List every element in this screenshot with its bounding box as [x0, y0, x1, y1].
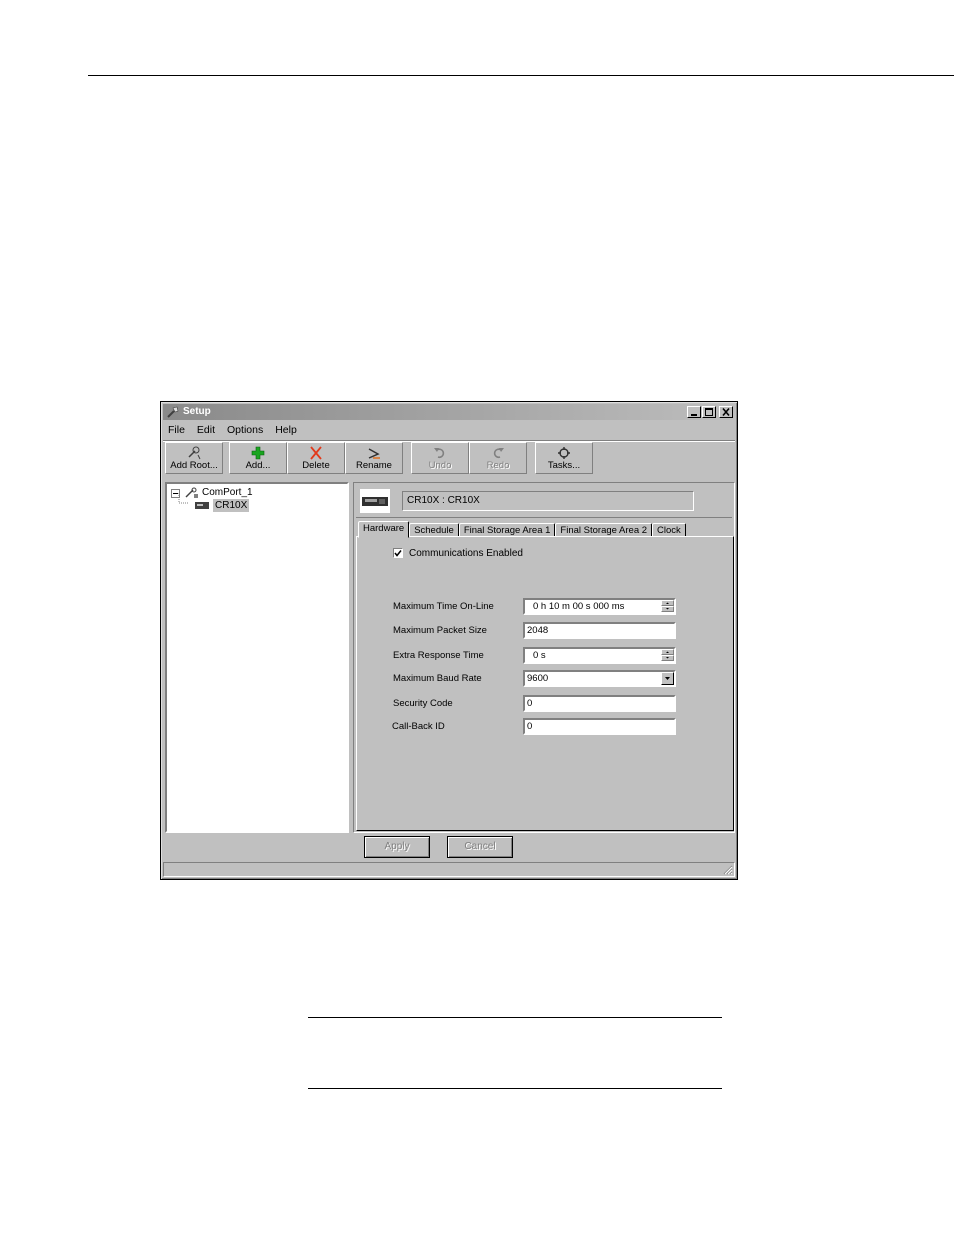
green-plus-icon — [251, 446, 265, 460]
max-baud-rate-label: Maximum Baud Rate — [393, 673, 482, 684]
add-button[interactable]: Add... — [229, 442, 287, 474]
undo-label: Undo — [428, 460, 452, 471]
close-button[interactable] — [719, 406, 733, 418]
add-root-label: Add Root... — [170, 460, 218, 471]
rename-icon — [368, 448, 380, 459]
tab-hardware[interactable]: Hardware — [358, 521, 410, 538]
settings-tabs: Hardware Schedule Final Storage Area 1 F… — [358, 521, 686, 538]
max-time-online-spinner[interactable] — [661, 600, 674, 613]
maximize-button[interactable] — [702, 406, 716, 418]
cr10x-device-icon — [360, 489, 390, 513]
max-time-online-label: Maximum Time On-Line — [393, 601, 494, 612]
spin-up-icon — [666, 651, 669, 653]
undo-button[interactable]: Undo — [411, 442, 469, 474]
redo-icon — [493, 448, 504, 459]
rename-button[interactable]: Rename — [345, 442, 403, 474]
datalogger-icon — [195, 502, 209, 509]
page-header-rule — [88, 75, 954, 76]
rename-label: Rename — [356, 460, 392, 471]
tab-clock[interactable]: Clock — [652, 523, 686, 537]
tasks-label: Tasks... — [547, 460, 581, 471]
resize-grip-icon[interactable] — [722, 864, 733, 875]
minimize-icon — [691, 414, 697, 416]
setup-app-icon — [167, 406, 179, 418]
max-packet-size-input[interactable]: 2048 — [523, 622, 676, 639]
communications-enabled-checkbox[interactable] — [393, 548, 403, 558]
hardware-tab-panel: Communications Enabled Maximum Time On-L… — [356, 536, 734, 831]
menu-edit[interactable]: Edit — [196, 422, 216, 438]
settings-pane: CR10X : CR10X Hardware Schedule Final St… — [353, 482, 735, 833]
max-baud-rate-value: 9600 — [527, 673, 549, 684]
status-bar — [163, 862, 735, 877]
spin-down-icon — [666, 608, 669, 610]
device-name-field: CR10X : CR10X — [402, 491, 694, 511]
minimize-button[interactable] — [687, 406, 701, 418]
delete-button[interactable]: Delete — [287, 442, 345, 474]
spin-down-button[interactable] — [661, 655, 674, 661]
menu-help[interactable]: Help — [274, 422, 298, 438]
extra-response-time-label: Extra Response Time — [393, 650, 484, 661]
window-title: Setup — [183, 406, 211, 417]
call-back-id-label: Call-Back ID — [392, 721, 445, 732]
menu-file[interactable]: File — [167, 422, 186, 438]
extra-response-time-input[interactable]: 0 s — [523, 647, 676, 664]
tree-connector — [178, 493, 188, 504]
spin-up-icon — [666, 602, 669, 604]
add-root-button[interactable]: Add Root... — [165, 442, 223, 474]
redo-button[interactable]: Redo — [469, 442, 527, 474]
max-time-online-value: 0 h 10 m 00 s 000 ms — [533, 601, 625, 612]
max-time-online-input[interactable]: 0 h 10 m 00 s 000 ms — [523, 598, 676, 615]
chevron-down-icon — [665, 677, 670, 680]
tasks-icon — [558, 447, 570, 459]
extra-response-time-value: 0 s — [533, 650, 546, 661]
tree-root-label: ComPort_1 — [202, 487, 253, 498]
communications-enabled-label: Communications Enabled — [409, 548, 523, 559]
apply-button[interactable]: Apply — [364, 836, 430, 858]
red-x-icon — [310, 446, 322, 460]
max-packet-size-label: Maximum Packet Size — [393, 625, 487, 636]
spin-down-icon — [666, 657, 669, 659]
security-code-input[interactable]: 0 — [523, 695, 676, 712]
menu-options[interactable]: Options — [226, 422, 264, 438]
note-bottom-rule — [308, 1088, 722, 1089]
spin-down-button[interactable] — [661, 606, 674, 612]
note-top-rule — [308, 1017, 722, 1018]
close-icon — [722, 407, 730, 417]
device-header: CR10X : CR10X — [356, 485, 732, 518]
maximize-icon — [705, 408, 713, 416]
call-back-id-input[interactable]: 0 — [523, 718, 676, 735]
cancel-button[interactable]: Cancel — [447, 836, 513, 858]
add-root-icon — [188, 446, 201, 460]
redo-label: Redo — [486, 460, 510, 471]
setup-window: Setup File Edit Options Help Add Root...… — [160, 401, 738, 880]
tab-final-storage-area-1[interactable]: Final Storage Area 1 — [458, 523, 556, 537]
add-label: Add... — [245, 460, 271, 471]
tree-child-label: CR10X — [213, 499, 250, 512]
checkmark-icon — [394, 550, 402, 557]
network-tree[interactable]: ComPort_1 CR10X — [165, 482, 349, 833]
security-code-label: Security Code — [393, 698, 453, 709]
extra-response-time-spinner[interactable] — [661, 649, 674, 662]
menu-bar: File Edit Options Help — [167, 422, 298, 438]
undo-icon — [434, 448, 445, 459]
title-bar[interactable]: Setup — [163, 404, 735, 420]
tasks-button[interactable]: Tasks... — [535, 442, 593, 474]
baud-rate-dropdown-button[interactable] — [661, 672, 674, 685]
tab-final-storage-area-2[interactable]: Final Storage Area 2 — [555, 523, 653, 537]
delete-label: Delete — [302, 460, 330, 471]
max-baud-rate-select[interactable]: 9600 — [523, 670, 676, 687]
tab-schedule[interactable]: Schedule — [409, 523, 459, 537]
